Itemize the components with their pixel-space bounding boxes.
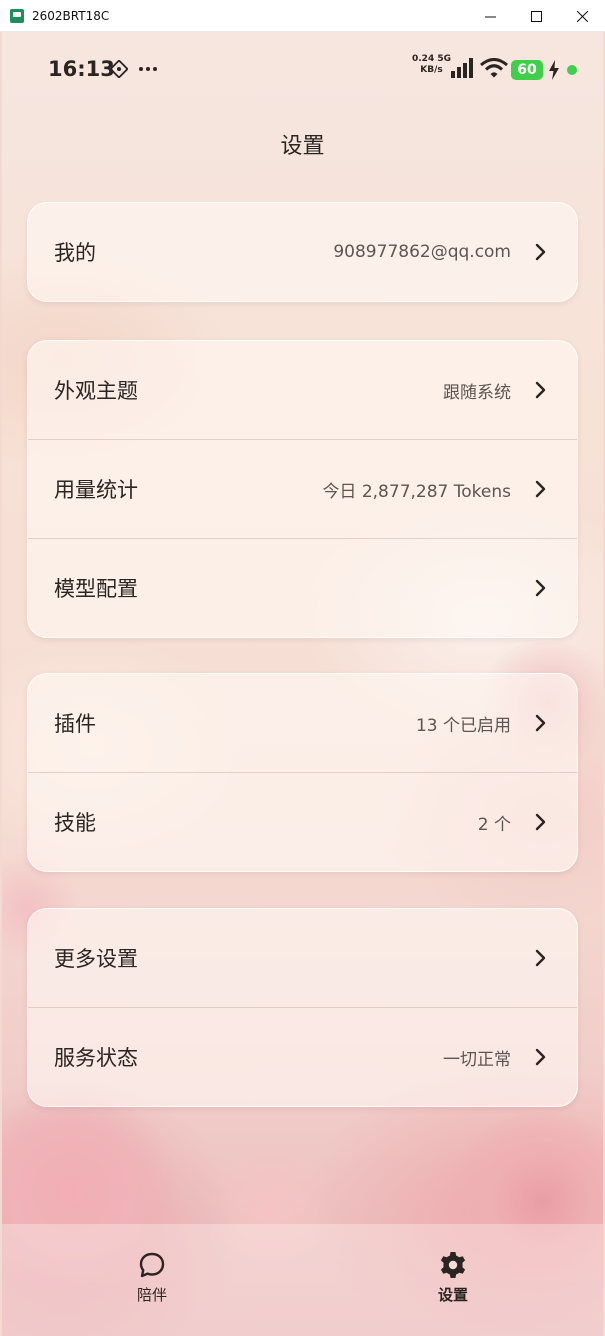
settings-row-skills[interactable]: 技能 2 个 [28,772,577,871]
minimize-icon [484,16,496,17]
settings-row-plugins[interactable]: 插件 13 个已启用 [28,674,577,772]
net-speed-value: 0.24 [412,54,435,64]
chat-bubble-icon [139,1252,165,1278]
tab-label: 设置 [437,1286,468,1304]
close-button[interactable] [559,0,605,32]
chevron-right-icon [535,243,546,261]
row-value: 13 个已启用 [415,715,511,736]
row-label: 技能 [54,811,96,835]
network-type: 5G [437,54,452,64]
row-value: 2 个 [477,814,511,835]
close-icon [576,10,588,22]
phone-screen: 16:13 0.24 5G KB/s 60 设置 我的 908977862@qq… [2,32,603,1336]
status-dot [567,65,577,75]
settings-group-account: 我的 908977862@qq.com [27,202,578,302]
tab-label: 陪伴 [136,1286,167,1304]
maximize-icon [530,10,542,22]
settings-row-appearance-theme[interactable]: 外观主题 跟随系统 [28,341,577,439]
chevron-right-icon [535,949,546,967]
chevron-right-icon [535,579,546,597]
bottom-navigation: 陪伴 设置 [2,1224,603,1336]
settings-group-extensions: 插件 13 个已启用 技能 2 个 [27,673,578,872]
settings-row-model-config[interactable]: 模型配置 [28,538,577,637]
status-time: 16:13 [48,57,115,81]
window-titlebar: 2602BRT18C [0,0,605,32]
row-label: 更多设置 [54,947,138,971]
row-label: 服务状态 [54,1046,138,1070]
settings-group-general: 外观主题 跟随系统 用量统计 今日 2,877,287 Tokens 模型配置 [27,340,578,638]
net-speed: 0.24 5G KB/s [412,54,451,76]
chevron-right-icon [535,813,546,831]
settings-row-usage-stats[interactable]: 用量统计 今日 2,877,287 Tokens [28,439,577,538]
settings-row-my-account[interactable]: 我的 908977862@qq.com [28,203,577,301]
row-value: 跟随系统 [443,382,511,403]
row-label: 我的 [54,241,96,265]
status-bar: 16:13 0.24 5G KB/s 60 [2,32,603,108]
minimize-button[interactable] [467,0,513,32]
more-icon [139,67,157,71]
charging-icon [549,60,559,80]
chevron-right-icon [535,480,546,498]
window-title: 2602BRT18C [32,8,110,23]
settings-row-service-status[interactable]: 服务状态 一切正常 [28,1007,577,1106]
row-label: 外观主题 [54,379,138,403]
row-label: 模型配置 [54,577,138,601]
wifi-icon [480,58,508,78]
row-label: 用量统计 [54,478,138,502]
row-value: 908977862@qq.com [333,242,511,262]
nfc-icon [110,60,128,78]
row-value: 今日 2,877,287 Tokens [322,481,511,502]
app-icon [10,8,24,23]
net-speed-unit: KB/s [420,65,443,75]
tab-settings[interactable]: 设置 [413,1250,493,1305]
gear-icon [440,1252,466,1278]
chevron-right-icon [535,381,546,399]
chevron-right-icon [535,714,546,732]
page-title: 设置 [280,134,325,159]
window-controls [467,0,605,32]
row-label: 插件 [54,712,96,736]
settings-group-more: 更多设置 服务状态 一切正常 [27,908,578,1107]
signal-icon [451,58,473,78]
row-value: 一切正常 [443,1049,511,1070]
battery-icon: 60 [511,60,543,80]
tab-companion[interactable]: 陪伴 [112,1250,192,1305]
chevron-right-icon [535,1048,546,1066]
maximize-button[interactable] [513,0,559,32]
settings-row-more-settings[interactable]: 更多设置 [28,909,577,1007]
